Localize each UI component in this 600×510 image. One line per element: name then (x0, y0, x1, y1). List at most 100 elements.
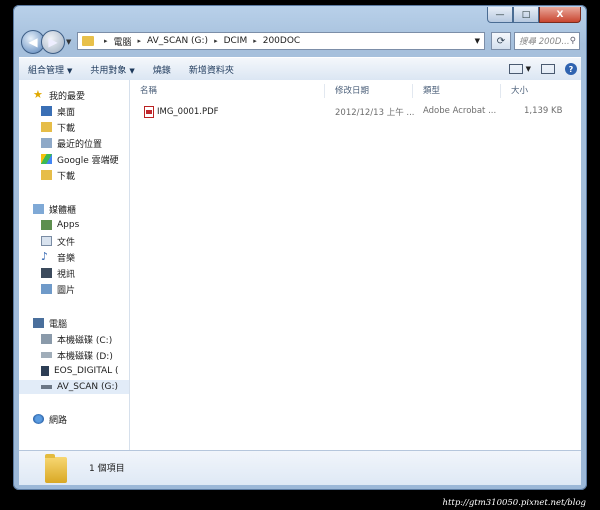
desktop-icon (41, 106, 52, 116)
chevron-down-icon: ▼ (67, 66, 73, 75)
sidebar-favorites[interactable]: ★ 我的最愛 (19, 88, 129, 102)
sidebar-network[interactable]: 網路 (19, 412, 129, 426)
navigation-bar: ◀ ▶ ▼ ▸ 電腦 ▸ AV_SCAN (G:) ▸ DCIM ▸ 200DO… (19, 29, 581, 55)
share-label: 共用對象 (90, 65, 127, 76)
sidebar-item-downloads-2[interactable]: 下載 (19, 168, 129, 182)
downloads-folder-icon (41, 122, 52, 132)
folder-icon (82, 36, 94, 46)
downloads-folder-icon (41, 170, 52, 180)
breadcrumb-drive[interactable]: AV_SCAN (G:) (147, 36, 208, 46)
breadcrumb-separator[interactable]: ▸ (104, 37, 108, 45)
chevron-down-icon: ▼ (525, 65, 531, 73)
watermark-text: http://gtm310050.pixnet.net/blog (442, 498, 586, 508)
close-button[interactable]: X (539, 7, 581, 23)
minimize-button[interactable]: — (487, 7, 513, 23)
column-header-modified[interactable]: 修改日期 (325, 84, 413, 98)
sidebar-label: EOS_DIGITAL ( (54, 366, 119, 376)
sidebar-item-google-drive[interactable]: Google 雲端硬 (19, 152, 129, 166)
forward-button[interactable]: ▶ (41, 30, 65, 54)
sidebar-item-music[interactable]: ♪ 音樂 (19, 250, 129, 264)
sidebar-item-videos[interactable]: 視訊 (19, 266, 129, 280)
refresh-button[interactable]: ⟳ (491, 32, 511, 50)
sidebar-item-documents[interactable]: 文件 (19, 234, 129, 248)
sidebar-label: Google 雲端硬 (57, 155, 119, 166)
documents-icon (41, 236, 52, 246)
file-name: IMG_0001.PDF (157, 107, 219, 117)
address-dropdown-icon[interactable]: ▼ (475, 37, 480, 45)
file-type: Adobe Acrobat ... (423, 106, 497, 116)
file-name-cell[interactable]: IMG_0001.PDF (144, 106, 219, 118)
sidebar-item-eos-digital[interactable]: EOS_DIGITAL ( (19, 364, 129, 378)
sidebar-label: 音樂 (57, 253, 76, 264)
sidebar-label: 視訊 (57, 269, 76, 280)
sidebar-label: 電腦 (49, 319, 68, 330)
details-pane: 1 個項目 (19, 450, 581, 485)
sidebar-label: 本機磁碟 (D:) (57, 351, 113, 362)
refresh-icon: ⟳ (496, 35, 506, 47)
sidebar-label: 桌面 (57, 107, 76, 118)
sidebar-item-desktop[interactable]: 桌面 (19, 104, 129, 118)
sidebar-item-recent-places[interactable]: 最近的位置 (19, 136, 129, 150)
google-drive-icon (41, 154, 52, 164)
sidebar-label: 文件 (57, 237, 76, 248)
sidebar-label: 本機磁碟 (C:) (57, 335, 113, 346)
network-icon (33, 414, 44, 424)
video-icon (41, 268, 52, 278)
star-icon: ★ (33, 88, 43, 101)
table-row[interactable]: IMG_0001.PDF 2012/12/13 上午 ... Adobe Acr… (130, 104, 581, 120)
breadcrumb-dcim[interactable]: DCIM (224, 36, 248, 46)
sidebar-computer[interactable]: 電腦 (19, 316, 129, 330)
view-icon (508, 64, 523, 74)
maximize-button[interactable]: □ (513, 7, 539, 23)
folder-icon (45, 454, 67, 483)
breadcrumb-computer[interactable]: 電腦 (114, 35, 132, 48)
computer-icon (33, 318, 44, 328)
column-header-type[interactable]: 類型 (413, 84, 501, 98)
new-folder-button[interactable]: 新增資料夾 (180, 63, 243, 76)
address-bar[interactable]: ▸ 電腦 ▸ AV_SCAN (G:) ▸ DCIM ▸ 200DOC ▼ (77, 32, 485, 50)
breadcrumb-separator[interactable]: ▸ (138, 37, 142, 45)
sidebar-item-drive-c[interactable]: 本機磁碟 (C:) (19, 332, 129, 346)
breadcrumb-200doc[interactable]: 200DOC (263, 36, 300, 46)
recent-pages-dropdown-icon[interactable]: ▼ (66, 38, 71, 46)
breadcrumb-separator[interactable]: ▸ (253, 37, 257, 45)
share-with-button[interactable]: 共用對象 ▼ (81, 63, 143, 76)
file-list: 名稱 修改日期 類型 大小 IMG_0001.PDF 2012/12/13 上午… (130, 80, 581, 450)
change-view-button[interactable]: ▼ (508, 64, 531, 74)
breadcrumb-separator[interactable]: ▸ (214, 37, 218, 45)
sidebar-libraries[interactable]: 媒體櫃 (19, 202, 129, 216)
forward-arrow-icon: ▶ (48, 35, 58, 49)
sidebar-item-downloads[interactable]: 下載 (19, 120, 129, 134)
sidebar-label: 下載 (57, 123, 76, 134)
column-header-name[interactable]: 名稱 (130, 84, 325, 98)
libraries-icon (33, 204, 44, 214)
item-count: 1 個項目 (89, 464, 125, 474)
sidebar-label: 圖片 (57, 285, 76, 296)
removable-drive-icon (41, 385, 52, 389)
sidebar-item-pictures[interactable]: 圖片 (19, 282, 129, 296)
sidebar-item-drive-d[interactable]: 本機磁碟 (D:) (19, 348, 129, 362)
organize-button[interactable]: 組合管理 ▼ (19, 63, 81, 76)
back-arrow-icon: ◀ (28, 35, 38, 49)
navigation-pane: ★ 我的最愛 桌面 下載 最近的位置 Google 雲端硬 下載 媒體櫃 Apps… (19, 80, 130, 450)
music-icon: ♪ (41, 250, 49, 263)
explorer-window: — □ X ◀ ▶ ▼ ▸ 電腦 ▸ AV_SCAN (G:) ▸ DCIM ▸… (13, 5, 587, 490)
search-icon: ⚲ (569, 36, 576, 46)
sidebar-item-apps[interactable]: Apps (19, 218, 129, 232)
column-header-size[interactable]: 大小 (501, 84, 561, 98)
file-modified: 2012/12/13 上午 ... (335, 108, 415, 118)
command-bar: 組合管理 ▼ 共用對象 ▼ 燒錄 新增資料夾 ▼ ? (19, 57, 581, 81)
search-placeholder: 搜尋 200D... (519, 37, 570, 47)
apps-library-icon (41, 220, 52, 230)
sidebar-label: 最近的位置 (57, 139, 103, 150)
caption-buttons: — □ X (487, 7, 581, 23)
preview-pane-icon[interactable] (541, 64, 555, 74)
organize-label: 組合管理 (28, 65, 65, 76)
search-input[interactable]: 搜尋 200D... ⚲ (514, 32, 580, 50)
sidebar-item-av-scan[interactable]: AV_SCAN (G:) (19, 380, 129, 394)
sidebar-label: 下載 (57, 171, 76, 182)
pdf-file-icon (144, 106, 154, 118)
help-icon[interactable]: ? (565, 63, 577, 75)
sidebar-label: AV_SCAN (G:) (57, 382, 119, 392)
burn-button[interactable]: 燒錄 (144, 63, 180, 76)
